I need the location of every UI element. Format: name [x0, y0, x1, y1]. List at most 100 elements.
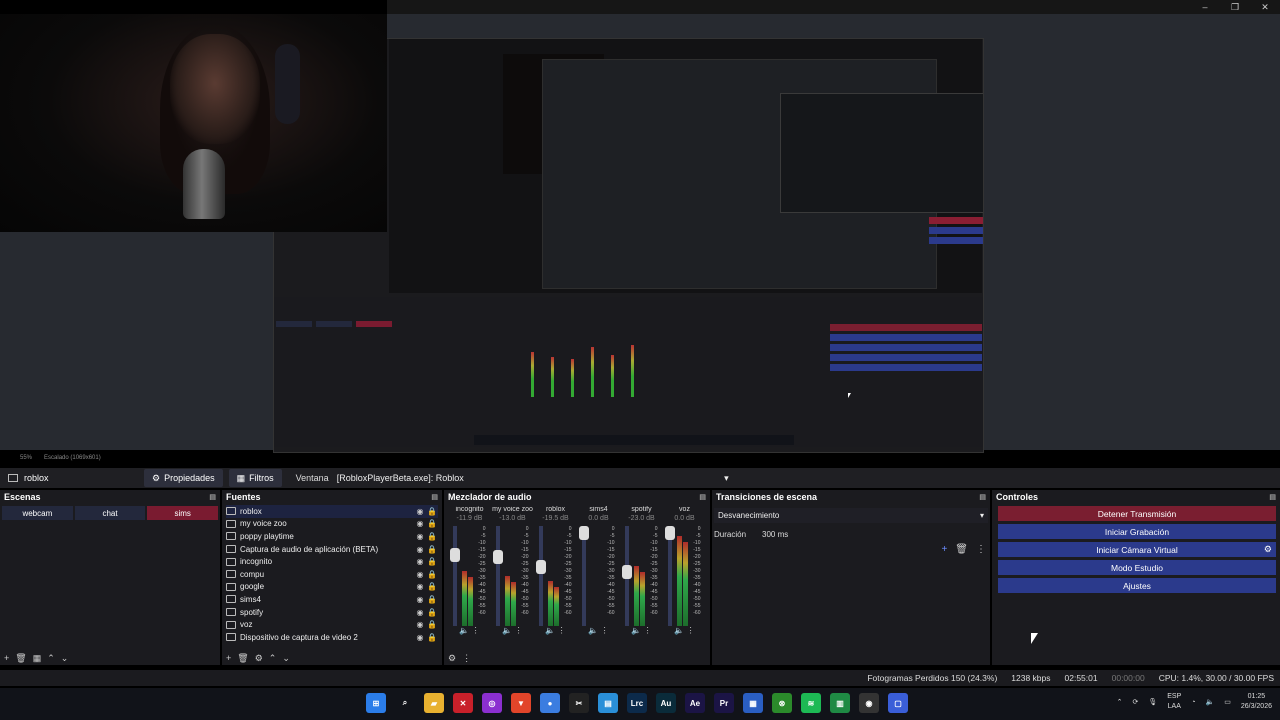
app-x-icon[interactable]: ✕: [453, 693, 473, 713]
lock-icon[interactable]: 🔒: [426, 620, 438, 629]
fader-knob[interactable]: [535, 560, 546, 574]
gear-icon[interactable]: ⚙: [1264, 544, 1272, 555]
source-item[interactable]: poppy playtime ◉ 🔒: [226, 530, 438, 543]
lock-icon[interactable]: 🔒: [426, 595, 438, 604]
eye-icon[interactable]: ◉: [414, 633, 426, 642]
grid-icon[interactable]: ▦: [33, 653, 42, 664]
speaker-icon[interactable]: 🔈: [674, 626, 684, 635]
source-item[interactable]: Captura de audio de aplicación (BETA) ◉ 🔒: [226, 543, 438, 556]
move-down-icon[interactable]: ⌄: [61, 653, 69, 664]
preview-scaling[interactable]: Escalado (1069x601): [44, 455, 101, 461]
undock-icon[interactable]: ▤: [431, 493, 438, 501]
close-button[interactable]: ✕: [1250, 0, 1280, 14]
source-item[interactable]: my voice zoo ◉ 🔒: [226, 518, 438, 531]
add-icon[interactable]: +: [226, 653, 231, 663]
lock-icon[interactable]: 🔒: [426, 633, 438, 642]
file-explorer-icon[interactable]: ▰: [424, 693, 444, 713]
volume-fader[interactable]: [535, 526, 546, 626]
trash-icon[interactable]: 🗑: [237, 653, 248, 664]
eye-icon[interactable]: ◉: [414, 608, 426, 617]
notepad-icon[interactable]: ▤: [598, 693, 618, 713]
battery-icon[interactable]: ▭: [1224, 698, 1231, 706]
after-effects-icon[interactable]: Ae: [685, 693, 705, 713]
speaker-icon[interactable]: 🔈: [502, 626, 512, 635]
more-icon[interactable]: ⋮: [976, 544, 986, 555]
eye-icon[interactable]: ◉: [414, 507, 426, 516]
trash-icon[interactable]: 🗑: [15, 653, 26, 664]
undock-icon[interactable]: ▤: [699, 493, 706, 501]
scene-button[interactable]: webcam: [2, 506, 73, 520]
fader-knob[interactable]: [621, 565, 632, 579]
audition-icon[interactable]: Au: [656, 693, 676, 713]
more-icon[interactable]: ⋮: [558, 626, 566, 635]
volume-icon[interactable]: 🔈: [1206, 698, 1215, 706]
lock-icon[interactable]: 🔒: [426, 545, 438, 554]
properties-button[interactable]: ⚙ Propiedades: [144, 469, 223, 487]
windows-start-icon[interactable]: ⊞: [366, 693, 386, 713]
brave-icon[interactable]: ▼: [511, 693, 531, 713]
duration-input[interactable]: 300 ms: [758, 527, 849, 541]
speaker-icon[interactable]: 🔈: [545, 626, 555, 635]
add-icon[interactable]: +: [941, 544, 947, 555]
eye-icon[interactable]: ◉: [414, 570, 426, 579]
speaker-icon[interactable]: 🔈: [631, 626, 641, 635]
maximize-button[interactable]: ❐: [1220, 0, 1250, 14]
capcut-icon[interactable]: ✂: [569, 693, 589, 713]
lock-icon[interactable]: 🔒: [426, 519, 438, 528]
eye-icon[interactable]: ◉: [414, 545, 426, 554]
more-icon[interactable]: ⋮: [462, 653, 471, 664]
preview-area[interactable]: [0, 14, 1280, 453]
eye-icon[interactable]: ◉: [414, 620, 426, 629]
trash-icon[interactable]: 🗑: [955, 544, 968, 555]
lock-icon[interactable]: 🔒: [426, 582, 438, 591]
source-item[interactable]: spotify ◉ 🔒: [226, 606, 438, 619]
obs-icon[interactable]: ◉: [859, 693, 879, 713]
undock-icon[interactable]: ▤: [209, 493, 216, 501]
sheets-icon[interactable]: ▥: [830, 693, 850, 713]
speaker-icon[interactable]: 🔈: [459, 626, 469, 635]
wifi-icon[interactable]: ◔: [1191, 699, 1195, 706]
gear-icon[interactable]: ⚙: [255, 653, 263, 664]
virtual-camera-button[interactable]: Iniciar Cámara Virtual ⚙: [998, 542, 1276, 557]
lock-icon[interactable]: 🔒: [426, 532, 438, 541]
undock-icon[interactable]: ▤: [979, 493, 986, 501]
search-icon[interactable]: ⌕: [395, 693, 415, 713]
volume-fader[interactable]: [578, 526, 589, 626]
eye-icon[interactable]: ◉: [414, 532, 426, 541]
filters-button[interactable]: ▦ Filtros: [228, 469, 282, 487]
add-icon[interactable]: +: [4, 653, 9, 663]
scene-button[interactable]: chat: [74, 506, 146, 520]
source-item[interactable]: sims4 ◉ 🔒: [226, 593, 438, 606]
studio-mode-button[interactable]: Modo Estudio: [998, 560, 1276, 575]
window-select[interactable]: [RobloxPlayerBeta.exe]: Roblox ▾: [337, 471, 733, 485]
stop-stream-button[interactable]: Detener Transmisión: [998, 506, 1276, 521]
fader-knob[interactable]: [578, 526, 589, 540]
microphone-icon[interactable]: 🎙: [1148, 698, 1157, 706]
settings-button[interactable]: Ajustes: [998, 578, 1276, 593]
volume-fader[interactable]: [492, 526, 503, 626]
language-indicator[interactable]: ESP LAA: [1167, 692, 1181, 712]
fader-knob[interactable]: [492, 550, 503, 564]
move-up-icon[interactable]: ⌃: [269, 653, 277, 664]
clock[interactable]: 01:25 26/3/2026: [1241, 692, 1272, 712]
eye-icon[interactable]: ◉: [414, 519, 426, 528]
spotify-icon[interactable]: ≋: [801, 693, 821, 713]
minimize-button[interactable]: –: [1190, 0, 1220, 14]
eye-icon[interactable]: ◉: [414, 595, 426, 604]
fader-knob[interactable]: [449, 548, 460, 562]
move-up-icon[interactable]: ⌃: [47, 653, 55, 664]
mixer-settings-icon[interactable]: ⚙: [448, 653, 456, 664]
xbox-icon[interactable]: ⊗: [772, 693, 792, 713]
lock-icon[interactable]: 🔒: [426, 557, 438, 566]
more-icon[interactable]: ⋮: [515, 626, 523, 635]
eye-icon[interactable]: ◉: [414, 557, 426, 566]
move-down-icon[interactable]: ⌄: [282, 653, 290, 664]
fader-knob[interactable]: [664, 526, 675, 540]
undock-icon[interactable]: ▤: [1269, 493, 1276, 501]
premiere-icon[interactable]: Pr: [714, 693, 734, 713]
chrome-icon[interactable]: ●: [540, 693, 560, 713]
lightroom-icon[interactable]: Lrc: [627, 693, 647, 713]
start-recording-button[interactable]: Iniciar Grabación: [998, 524, 1276, 539]
lock-icon[interactable]: 🔒: [426, 570, 438, 579]
app-purple-icon[interactable]: ◎: [482, 693, 502, 713]
